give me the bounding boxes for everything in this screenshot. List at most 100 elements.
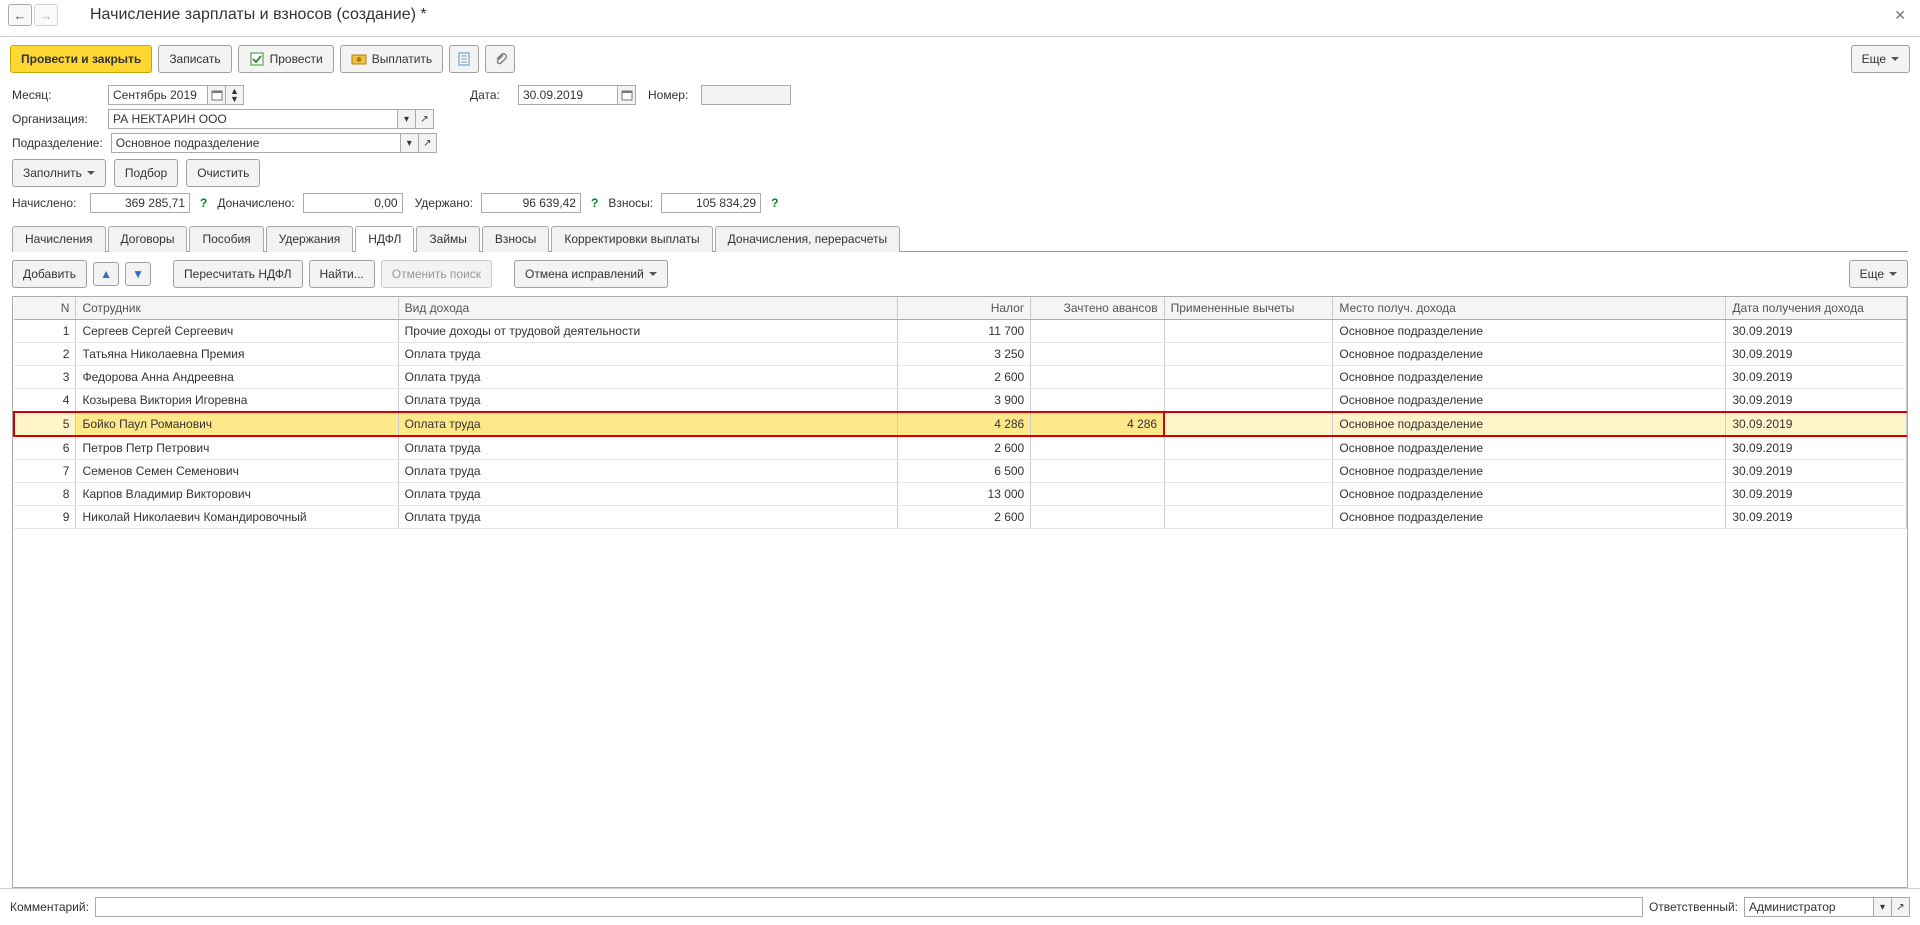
tab-6[interactable]: Взносы	[482, 226, 549, 252]
col-employee[interactable]: Сотрудник	[76, 297, 398, 320]
date-input[interactable]: 30.09.2019	[518, 85, 618, 105]
move-up-button[interactable]: ▲	[93, 262, 119, 286]
tab-5[interactable]: Займы	[416, 226, 480, 252]
recalc-button[interactable]: Пересчитать НДФЛ	[173, 260, 302, 288]
add-row-button[interactable]: Добавить	[12, 260, 87, 288]
comment-input[interactable]	[95, 897, 1643, 917]
comment-label: Комментарий:	[10, 900, 89, 914]
withheld-help[interactable]: ?	[591, 196, 598, 210]
col-income-type[interactable]: Вид дохода	[398, 297, 897, 320]
post-and-close-button[interactable]: Провести и закрыть	[10, 45, 152, 73]
dept-open-button[interactable]: ↗	[419, 133, 437, 153]
contrib-label: Взносы:	[608, 196, 653, 210]
table-row[interactable]: 4Козырева Виктория ИгоревнаОплата труда3…	[14, 389, 1907, 413]
dept-dropdown-button[interactable]: ▾	[401, 133, 419, 153]
date-label: Дата:	[470, 88, 510, 102]
calendar-icon	[621, 89, 633, 101]
table-row[interactable]: 2Татьяна Николаевна ПремияОплата труда3 …	[14, 343, 1907, 366]
footer: Комментарий: Ответственный: Администрато…	[0, 888, 1920, 925]
tabs: НачисленияДоговорыПособияУдержанияНДФЛЗа…	[12, 225, 1908, 252]
org-open-button[interactable]: ↗	[416, 109, 434, 129]
move-down-button[interactable]: ▼	[125, 262, 151, 286]
withheld-label: Удержано:	[415, 196, 473, 210]
table-row[interactable]: 3Федорова Анна АндреевнаОплата труда2 60…	[14, 366, 1907, 389]
table-row[interactable]: 8Карпов Владимир ВикторовичОплата труда1…	[14, 483, 1907, 506]
fill-button[interactable]: Заполнить	[12, 159, 106, 187]
pay-button[interactable]: Выплатить	[340, 45, 444, 73]
extra-value: 0,00	[303, 193, 403, 213]
month-label: Месяц:	[12, 88, 100, 102]
clear-button[interactable]: Очистить	[186, 159, 260, 187]
org-label: Организация:	[12, 112, 100, 126]
post-label: Провести	[270, 50, 323, 68]
table-row[interactable]: 6Петров Петр ПетровичОплата труда2 600Ос…	[14, 436, 1907, 460]
main-toolbar: Провести и закрыть Записать Провести Вып…	[0, 37, 1920, 81]
pick-button[interactable]: Подбор	[114, 159, 178, 187]
tab-0[interactable]: Начисления	[12, 226, 106, 252]
tab-7[interactable]: Корректировки выплаты	[551, 226, 712, 252]
table-row[interactable]: 7Семенов Семен СеменовичОплата труда6 50…	[14, 460, 1907, 483]
paperclip-icon	[492, 51, 508, 67]
table-header-row: N Сотрудник Вид дохода Налог Зачтено ава…	[14, 297, 1907, 320]
org-dropdown-button[interactable]: ▾	[398, 109, 416, 129]
tab-8[interactable]: Доначисления, перерасчеты	[715, 226, 900, 252]
col-advance[interactable]: Зачтено авансов	[1031, 297, 1164, 320]
dept-label: Подразделение:	[12, 136, 103, 150]
accrued-value: 369 285,71	[90, 193, 190, 213]
pay-label: Выплатить	[372, 50, 433, 68]
save-button[interactable]: Записать	[158, 45, 231, 73]
report-icon	[456, 51, 472, 67]
extra-label: Доначислено:	[217, 196, 294, 210]
date-calendar-button[interactable]	[618, 85, 636, 105]
table-toolbar: Добавить ▲ ▼ Пересчитать НДФЛ Найти... О…	[0, 252, 1920, 296]
col-location[interactable]: Место получ. дохода	[1333, 297, 1726, 320]
report-button[interactable]	[449, 45, 479, 73]
post-icon	[249, 51, 265, 67]
col-date[interactable]: Дата получения дохода	[1726, 297, 1907, 320]
accrued-help[interactable]: ?	[200, 196, 207, 210]
form-area: Месяц: Сентябрь 2019 ▲▼ Дата: 30.09.2019…	[0, 81, 1920, 217]
number-input	[701, 85, 791, 105]
cancel-fixes-button[interactable]: Отмена исправлений	[514, 260, 668, 288]
accrued-label: Начислено:	[12, 196, 82, 210]
responsible-dropdown-button[interactable]: ▾	[1874, 897, 1892, 917]
find-button[interactable]: Найти...	[309, 260, 375, 288]
contrib-value: 105 834,29	[661, 193, 761, 213]
responsible-input[interactable]: Администратор	[1744, 897, 1874, 917]
col-deductions[interactable]: Примененные вычеты	[1164, 297, 1333, 320]
attach-button[interactable]	[485, 45, 515, 73]
withheld-value: 96 639,42	[481, 193, 581, 213]
tab-3[interactable]: Удержания	[266, 226, 354, 252]
col-tax[interactable]: Налог	[897, 297, 1030, 320]
tab-4[interactable]: НДФЛ	[355, 226, 414, 252]
page-title: Начисление зарплаты и взносов (создание)…	[90, 6, 1888, 24]
table-more-button[interactable]: Еще	[1849, 260, 1908, 288]
responsible-label: Ответственный:	[1649, 900, 1738, 914]
tab-2[interactable]: Пособия	[189, 226, 263, 252]
contrib-help[interactable]: ?	[771, 196, 778, 210]
table-row[interactable]: 5Бойко Паул РомановичОплата труда4 2864 …	[14, 412, 1907, 436]
month-input[interactable]: Сентябрь 2019	[108, 85, 208, 105]
month-spinner[interactable]: ▲▼	[226, 85, 244, 105]
col-n[interactable]: N	[14, 297, 76, 320]
titlebar: ← → Начисление зарплаты и взносов (созда…	[0, 0, 1920, 37]
pay-icon	[351, 51, 367, 67]
tab-1[interactable]: Договоры	[108, 226, 188, 252]
forward-button[interactable]: →	[34, 4, 58, 26]
table-row[interactable]: 9Николай Николаевич КомандировочныйОплат…	[14, 506, 1907, 529]
cancel-search-button[interactable]: Отменить поиск	[381, 260, 492, 288]
calendar-icon	[211, 89, 223, 101]
back-button[interactable]: ←	[8, 4, 32, 26]
arrow-down-icon: ▼	[132, 267, 144, 281]
close-icon[interactable]: ✕	[1888, 7, 1912, 24]
number-label: Номер:	[648, 88, 693, 102]
responsible-open-button[interactable]: ↗	[1892, 897, 1910, 917]
more-button[interactable]: Еще	[1851, 45, 1910, 73]
dept-input[interactable]: Основное подразделение	[111, 133, 401, 153]
ndfl-table[interactable]: N Сотрудник Вид дохода Налог Зачтено ава…	[12, 296, 1908, 888]
table-row[interactable]: 1Сергеев Сергей СергеевичПрочие доходы о…	[14, 320, 1907, 343]
arrow-up-icon: ▲	[100, 267, 112, 281]
post-button[interactable]: Провести	[238, 45, 334, 73]
org-input[interactable]: РА НЕКТАРИН ООО	[108, 109, 398, 129]
month-calendar-button[interactable]	[208, 85, 226, 105]
